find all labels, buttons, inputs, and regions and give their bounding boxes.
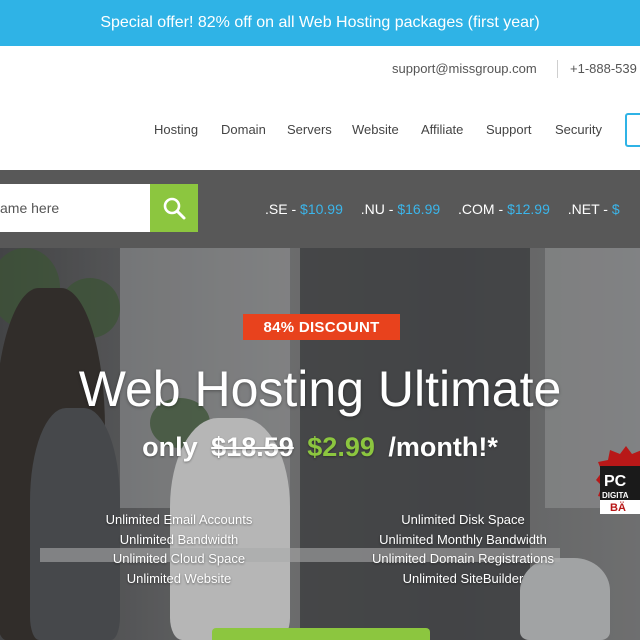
nav-item-security[interactable]: Security: [555, 122, 602, 137]
award-text: DIGITA: [602, 491, 629, 500]
contact-divider: [557, 60, 558, 78]
domain-search-button[interactable]: [150, 184, 198, 232]
feature-item: Unlimited Cloud Space: [112, 551, 246, 566]
nav-item-hosting[interactable]: Hosting: [154, 122, 198, 137]
tld-price: $: [611, 201, 620, 217]
domain-search-input[interactable]: [0, 184, 150, 232]
domain-price-nu[interactable]: .NU - $16.99: [361, 201, 440, 217]
award-text: BÄ: [610, 501, 626, 514]
feature-item: Unlimited Bandwidth: [119, 531, 239, 547]
domain-price-net[interactable]: .NET - $: [568, 201, 620, 217]
feature-item: Unlimited Domain Registrations: [371, 551, 555, 566]
login-button[interactable]: [625, 113, 640, 147]
tld-label: .COM: [458, 201, 495, 217]
domain-search-bar: .SE - $10.99 .NU - $16.99 .COM - $12.99 …: [0, 170, 640, 248]
hero-title: Web Hosting Ultimate: [78, 361, 562, 417]
tld-label: .NET: [567, 201, 600, 217]
feature-column-left: Unlimited Email Accounts Unlimited Bandw…: [59, 510, 299, 588]
feature-item: Unlimited Website: [126, 570, 232, 586]
feature-list: Unlimited Email Accounts Unlimited Bandw…: [0, 510, 640, 590]
cta-button[interactable]: [212, 628, 430, 640]
price-suffix: /month!*: [388, 432, 498, 462]
search-icon: [163, 197, 186, 220]
tld-label: .NU: [360, 201, 385, 217]
tld-price: $10.99: [300, 201, 343, 217]
support-email-link[interactable]: support@missgroup.com: [392, 61, 537, 76]
feature-item: Unlimited SiteBuilder: [402, 570, 524, 586]
discount-badge: 84% DISCOUNT: [243, 314, 400, 340]
hero-banner: 84% DISCOUNT Web Hosting Ultimate only $…: [0, 248, 640, 640]
support-phone[interactable]: +1-888-539: [570, 61, 637, 76]
nav-item-servers[interactable]: Servers: [287, 122, 332, 137]
contact-bar: support@missgroup.com +1-888-539: [0, 46, 640, 93]
hero-price: only $18.59 $2.99 /month!*: [0, 432, 640, 463]
main-nav: Hosting Domain Servers Website Affiliate…: [0, 92, 640, 170]
feature-column-right: Unlimited Disk Space Unlimited Monthly B…: [343, 510, 583, 588]
nav-item-affiliate[interactable]: Affiliate: [421, 122, 463, 137]
tld-price: $16.99: [397, 201, 441, 217]
new-price: $2.99: [307, 432, 375, 462]
nav-item-domain[interactable]: Domain: [221, 122, 266, 137]
feature-item: Unlimited Disk Space: [401, 512, 525, 527]
domain-price-list: .SE - $10.99 .NU - $16.99 .COM - $12.99 …: [265, 201, 634, 217]
domain-price-se[interactable]: .SE - $10.99: [265, 201, 343, 217]
offer-banner-text: Special offer! 82% off on all Web Hostin…: [100, 14, 540, 31]
feature-item: Unlimited Monthly Bandwidth: [379, 531, 547, 547]
feature-item: Unlimited Email Accounts: [105, 512, 253, 527]
tld-price: $12.99: [507, 201, 550, 217]
tld-label: .SE: [265, 201, 288, 217]
award-seal: PC DIGITA BÄ: [596, 446, 640, 514]
offer-banner[interactable]: Special offer! 82% off on all Web Hostin…: [0, 0, 640, 46]
old-price: $18.59: [211, 432, 294, 462]
nav-item-support[interactable]: Support: [486, 122, 532, 137]
award-text: PC: [604, 473, 627, 490]
price-prefix: only: [142, 432, 198, 462]
domain-price-com[interactable]: .COM - $12.99: [458, 201, 550, 217]
nav-item-website[interactable]: Website: [352, 122, 399, 137]
